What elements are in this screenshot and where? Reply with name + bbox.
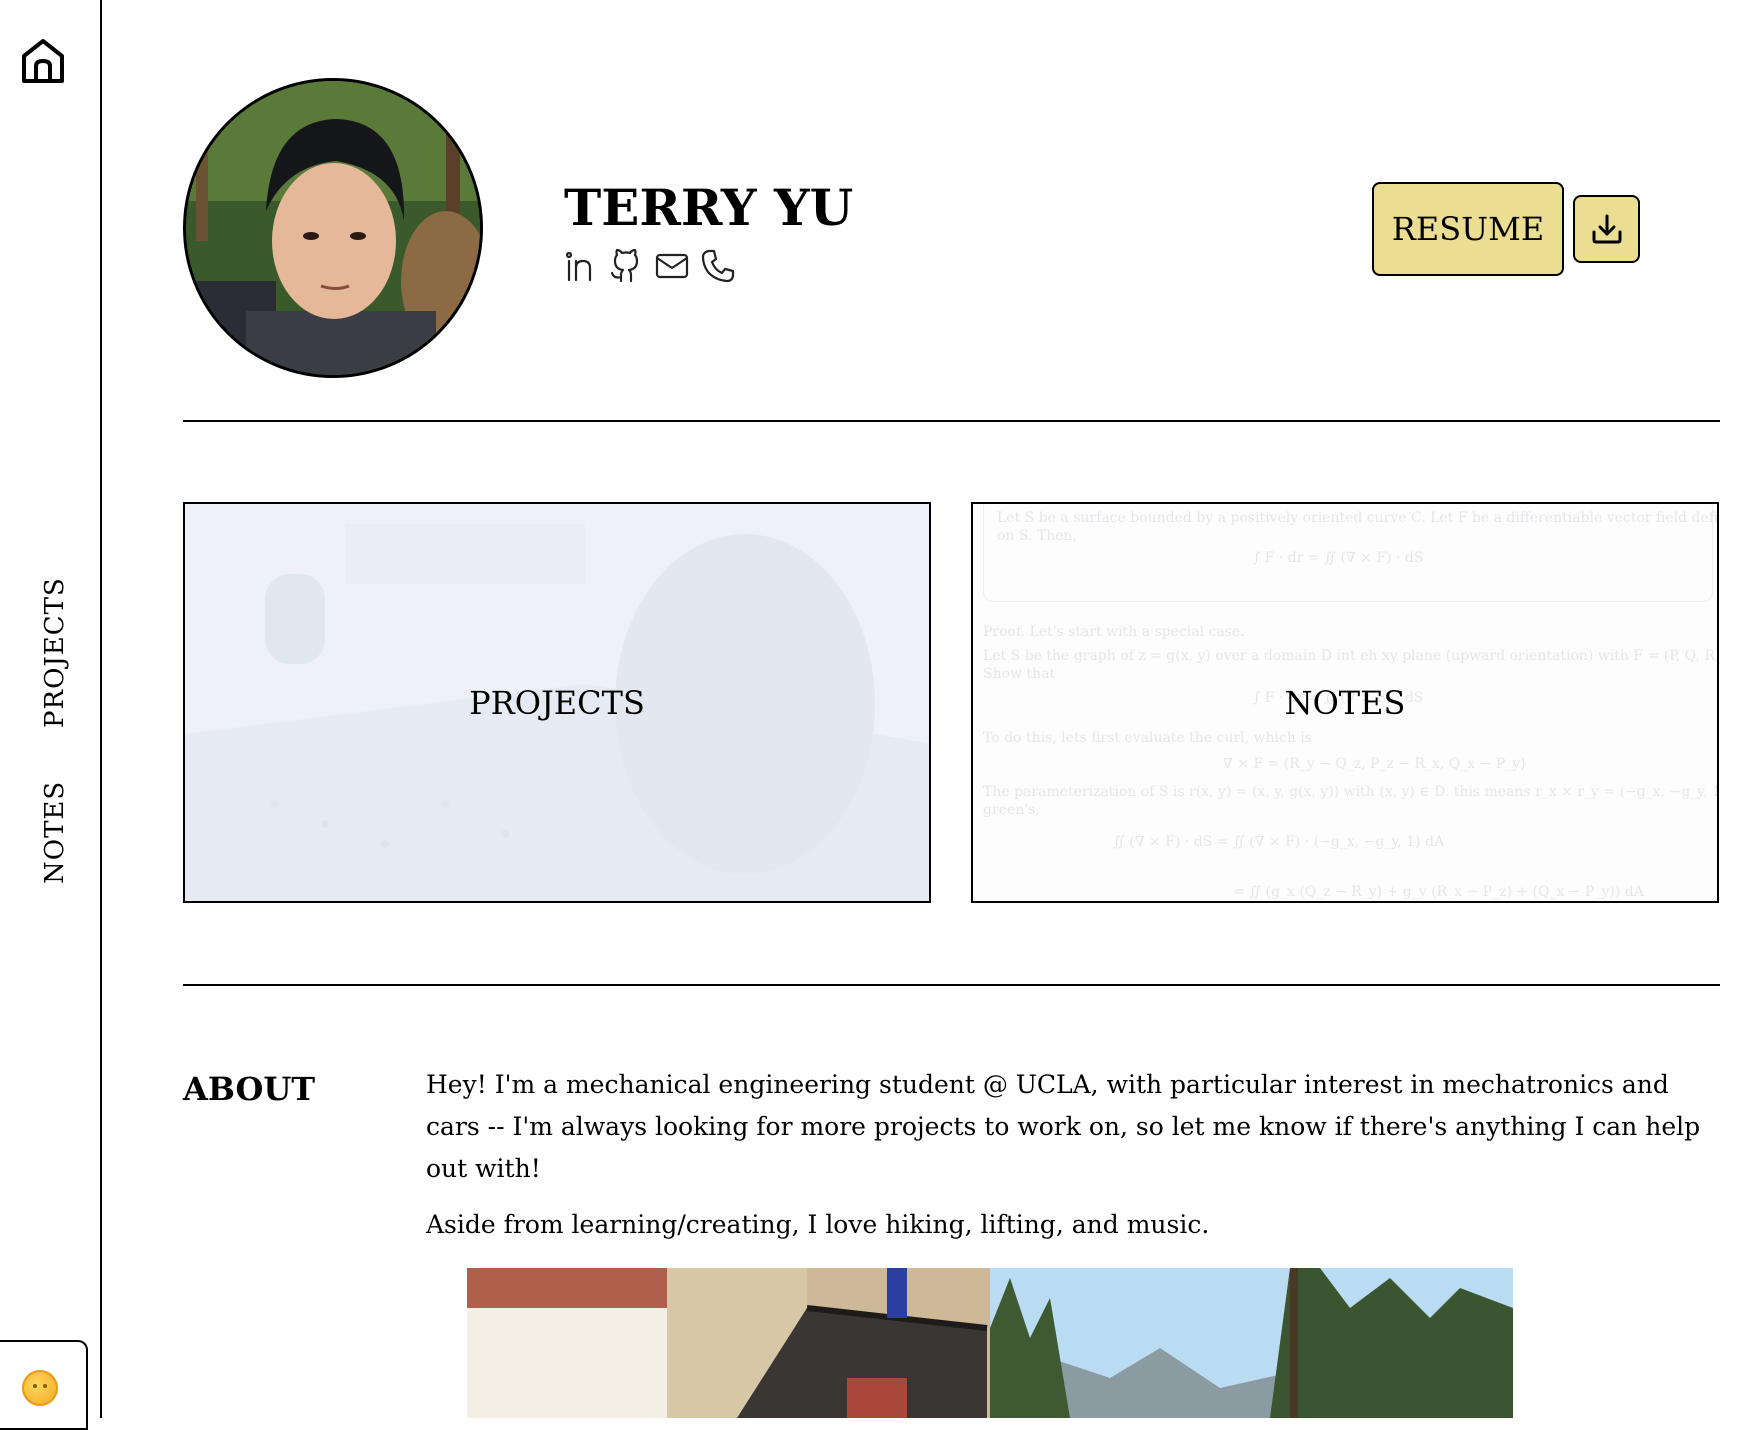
photo-gallery	[467, 1268, 1513, 1418]
about-heading: ABOUT	[183, 1070, 316, 1108]
math-line: ∇ × F = (R_y − Q_z, P_z − R_x, Q_x − P_y…	[1223, 756, 1526, 772]
projects-card[interactable]: PROJECTS	[183, 502, 931, 903]
mail-icon[interactable]	[654, 248, 690, 284]
avatar	[183, 78, 483, 378]
download-resume-button[interactable]	[1573, 195, 1640, 263]
github-icon[interactable]	[608, 248, 644, 284]
nature-photo	[990, 1268, 1513, 1418]
math-line: Let S be a surface bounded by a positive…	[997, 510, 1719, 526]
math-line: green's,	[983, 802, 1040, 818]
linkedin-icon[interactable]	[562, 248, 598, 284]
page-title: TERRY YU	[564, 178, 854, 237]
math-line: Let S be the graph of z = g(x, y) over a…	[983, 648, 1719, 664]
math-line: Proof. Let's start with a special case.	[983, 624, 1245, 640]
math-line: ∬ (∇ × F) · dS = ∬ (∇ × F) · (−g_x, −g_y…	[1113, 834, 1445, 850]
projects-card-label: PROJECTS	[469, 683, 645, 722]
notes-card[interactable]: Let S be a surface bounded by a positive…	[971, 502, 1719, 903]
sun-icon	[22, 1370, 58, 1406]
about-paragraph: Aside from learning/creating, I love hik…	[426, 1210, 1210, 1239]
math-line: To do this, lets first evaluate the curl…	[983, 730, 1312, 746]
about-paragraph: Hey! I'm a mechanical engineering studen…	[426, 1070, 1701, 1183]
math-line: on S. Then,	[997, 528, 1077, 544]
download-icon	[1592, 214, 1621, 244]
sidebar-item-projects[interactable]: PROJECTS	[40, 577, 70, 728]
phone-icon[interactable]	[700, 248, 736, 284]
math-line: The parameterization of S is r(x, y) = (…	[983, 784, 1719, 800]
sidebar-item-notes[interactable]: NOTES	[40, 781, 70, 884]
math-line: ∫ F · dr = ∬ (∇ × F) · dS	[1253, 550, 1424, 566]
sidebar: PROJECTS NOTES	[0, 0, 102, 1430]
divider	[183, 420, 1720, 422]
math-line: Show that	[983, 666, 1056, 682]
resume-button[interactable]: RESUME	[1372, 182, 1564, 276]
garage-photo	[467, 1268, 990, 1418]
divider	[183, 984, 1720, 986]
math-line: = ∬ (g_x (Q_z − R_y) + g_y (R_x − P_z) +…	[1233, 884, 1644, 900]
theme-toggle-button[interactable]	[0, 1340, 88, 1430]
notes-card-label: NOTES	[1284, 683, 1406, 722]
home-icon[interactable]	[18, 36, 68, 86]
about-text: Hey! I'm a mechanical engineering studen…	[426, 1064, 1721, 1260]
social-links	[562, 248, 736, 284]
